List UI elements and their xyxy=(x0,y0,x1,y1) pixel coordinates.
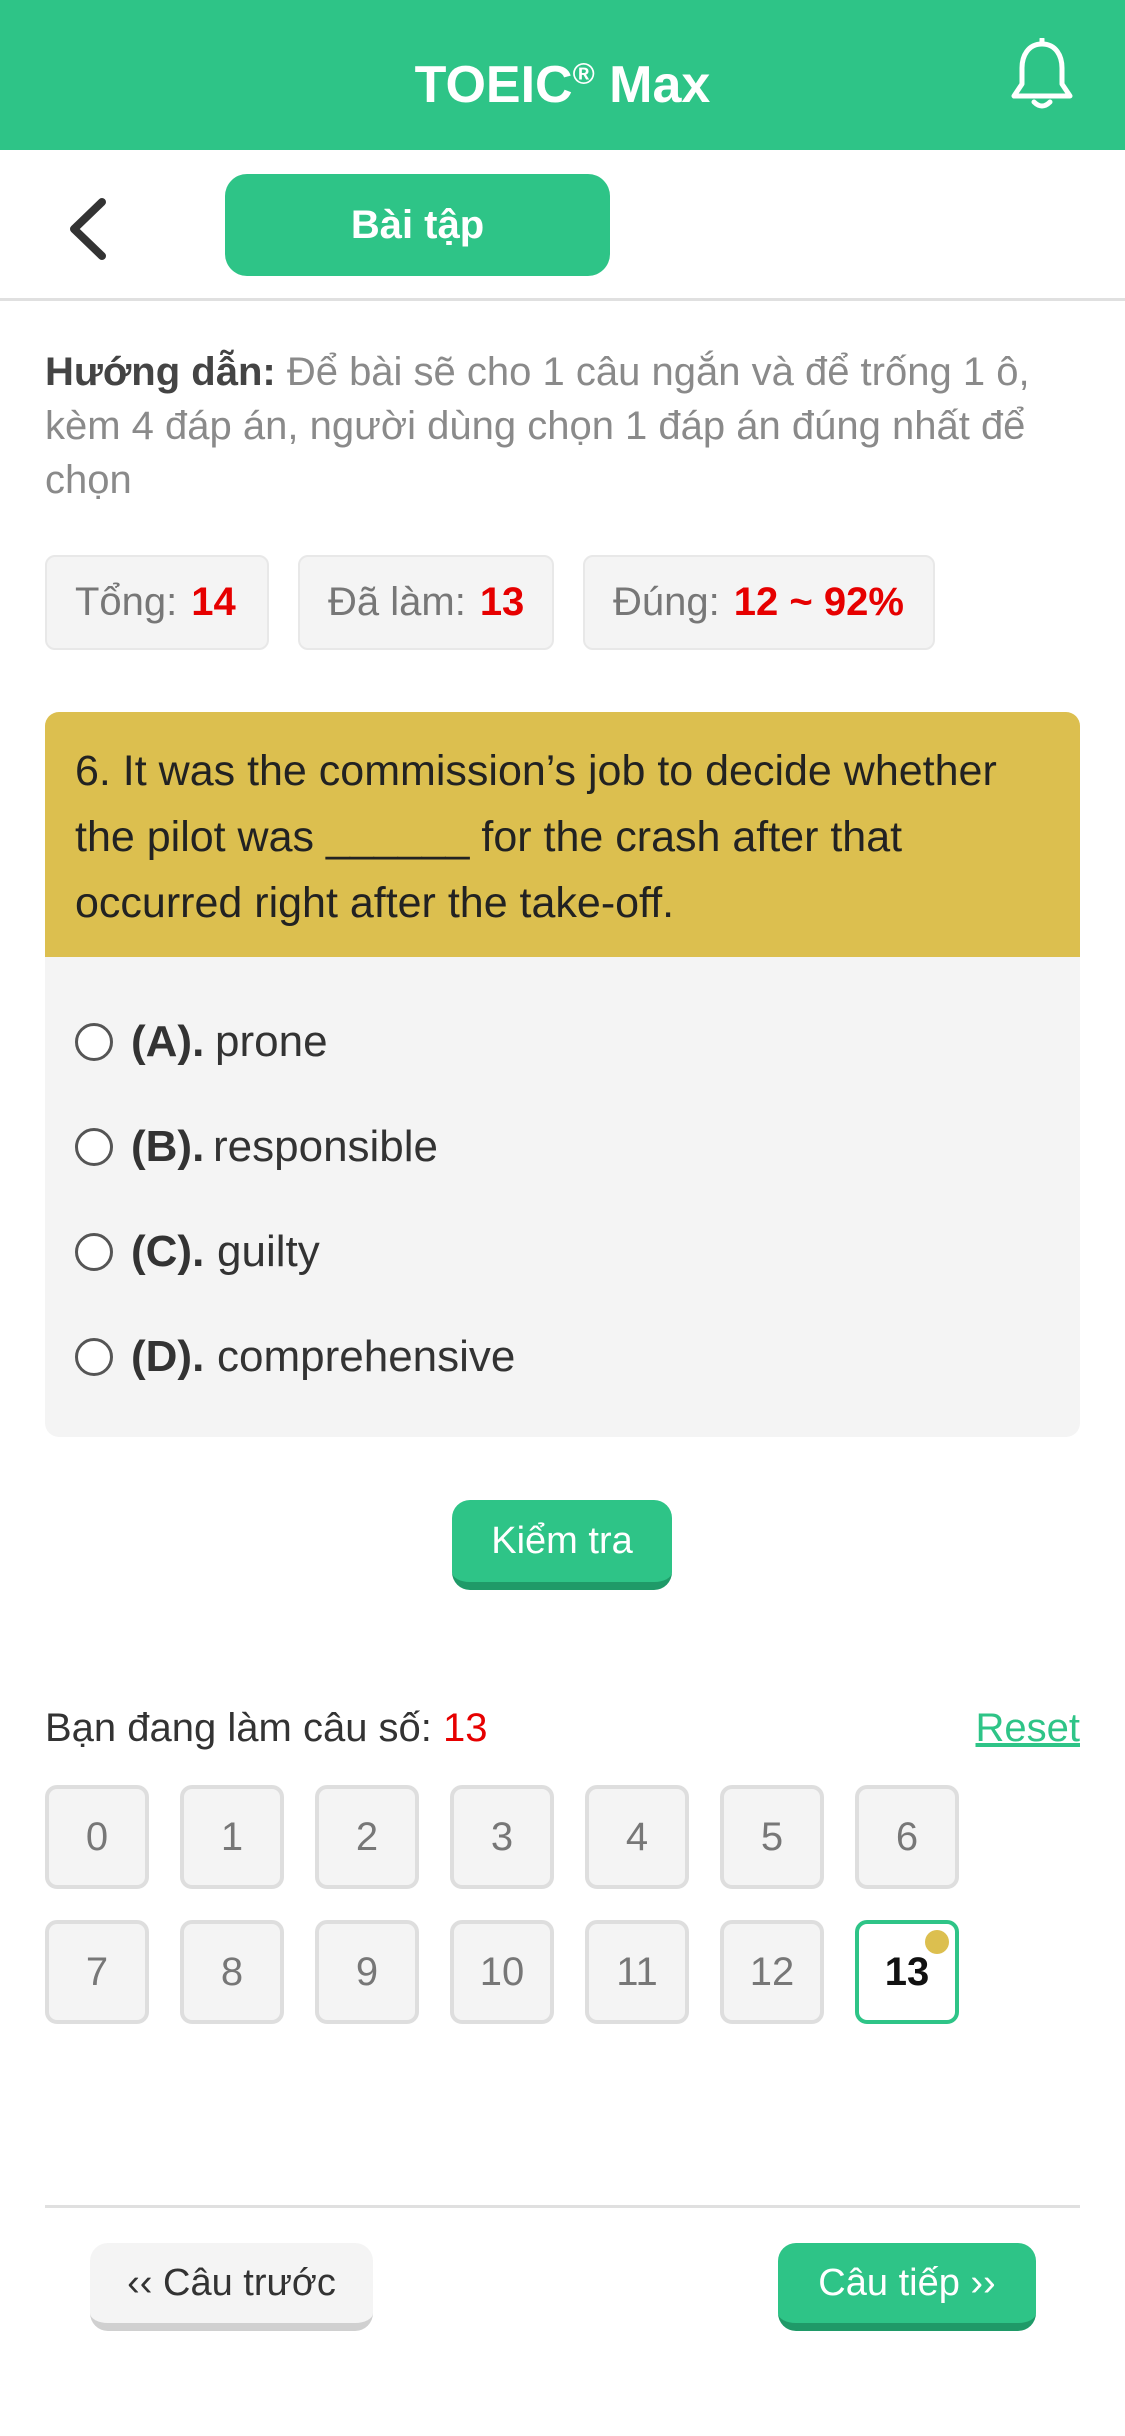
divider xyxy=(45,2205,1080,2208)
chevron-left-icon[interactable] xyxy=(60,194,120,264)
next-question-button[interactable]: Câu tiếp ›› xyxy=(778,2243,1036,2331)
answer-options: (A). prone (B). responsible (C). guilty … xyxy=(45,957,1080,1437)
nav-row: Bài tập xyxy=(0,150,1125,301)
status-dot xyxy=(925,1930,949,1954)
question-number-button[interactable]: 11 xyxy=(585,1920,689,2024)
stat-done: Đã làm: 13 xyxy=(298,555,554,650)
option-a[interactable]: (A). prone xyxy=(75,1007,1055,1077)
question-number-button[interactable]: 0 xyxy=(45,1785,149,1889)
radio-button[interactable] xyxy=(75,1128,113,1166)
app-title: TOEIC® Max xyxy=(414,56,711,114)
option-b[interactable]: (B). responsible xyxy=(75,1112,1055,1182)
reset-link[interactable]: Reset xyxy=(960,1700,1081,1756)
question-number-button[interactable]: 7 xyxy=(45,1920,149,2024)
stat-correct: Đúng: 12 ~ 92% xyxy=(583,555,935,650)
option-d[interactable]: (D). comprehensive xyxy=(75,1322,1055,1392)
question-number-button[interactable]: 8 xyxy=(180,1920,284,2024)
current-question-label: Bạn đang làm câu số: 13 xyxy=(45,1706,488,1750)
question-number-button-active[interactable]: 13 xyxy=(855,1920,959,2024)
question-number-button[interactable]: 12 xyxy=(720,1920,824,2024)
question-number-button[interactable]: 4 xyxy=(585,1785,689,1889)
option-c[interactable]: (C). guilty xyxy=(75,1217,1055,1287)
check-button[interactable]: Kiểm tra xyxy=(452,1500,672,1590)
instructions: Hướng dẫn: Để bài sẽ cho 1 câu ngắn và đ… xyxy=(45,350,1030,502)
app-bar: TOEIC® Max xyxy=(0,0,1125,150)
question-number-button[interactable]: 1 xyxy=(180,1785,284,1889)
question-number-button[interactable]: 3 xyxy=(450,1785,554,1889)
radio-button[interactable] xyxy=(75,1233,113,1271)
question-number-button[interactable]: 10 xyxy=(450,1920,554,2024)
stat-total: Tổng: 14 xyxy=(45,555,269,650)
radio-button[interactable] xyxy=(75,1023,113,1061)
question-text: 6. It was the commission’s job to decide… xyxy=(45,712,1080,957)
question-number-button[interactable]: 6 xyxy=(855,1785,959,1889)
radio-button[interactable] xyxy=(75,1338,113,1376)
bell-icon[interactable] xyxy=(1010,38,1074,112)
previous-question-button[interactable]: ‹‹ Câu trước xyxy=(90,2243,373,2331)
question-number-button[interactable]: 5 xyxy=(720,1785,824,1889)
question-number-button[interactable]: 9 xyxy=(315,1920,419,2024)
question-number-button[interactable]: 2 xyxy=(315,1785,419,1889)
tab-exercises[interactable]: Bài tập xyxy=(225,174,610,276)
